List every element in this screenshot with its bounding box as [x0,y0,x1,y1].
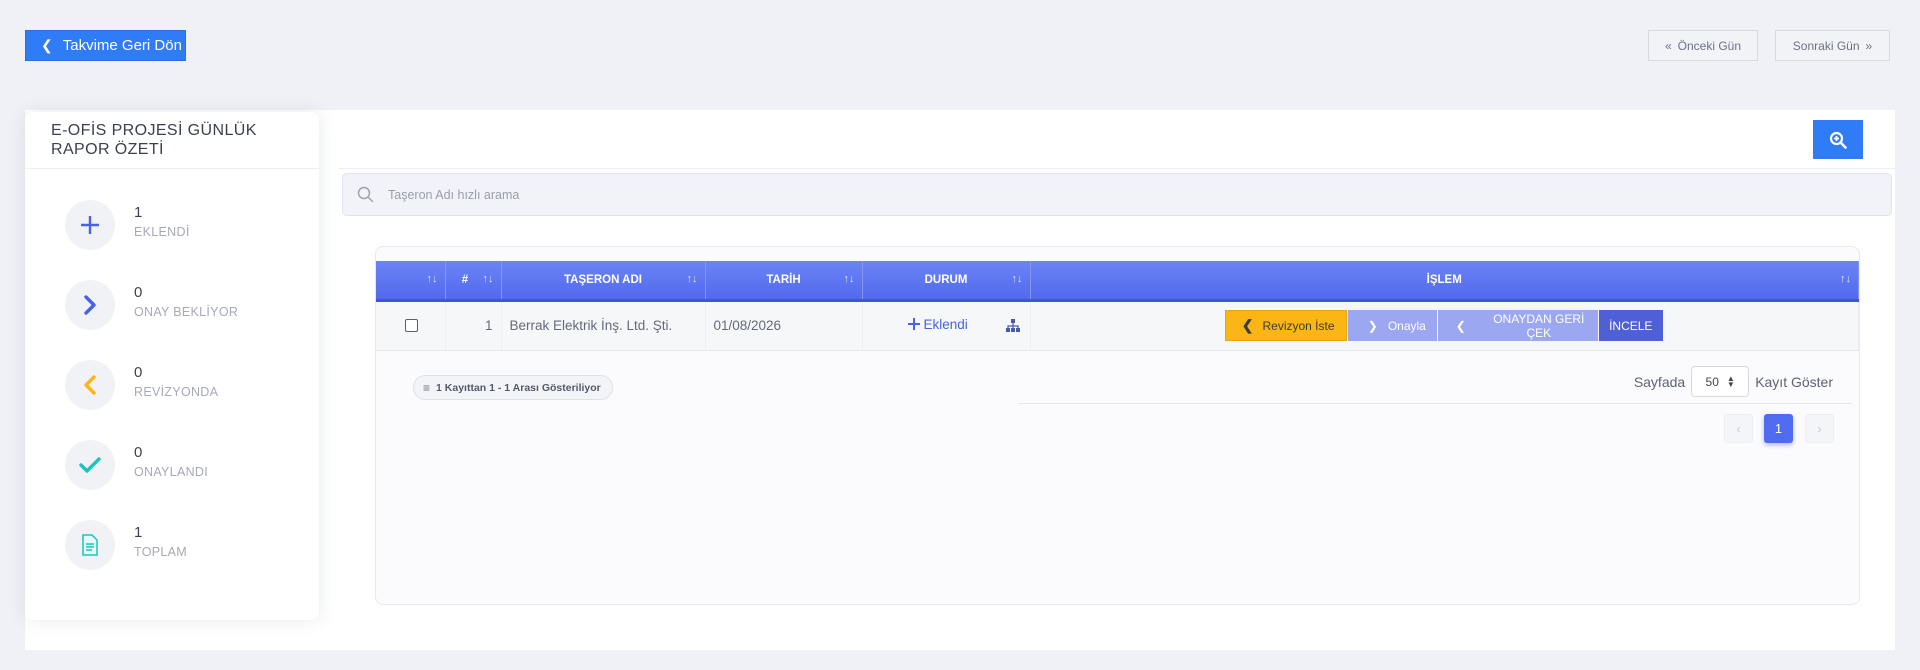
summary-item-revizyonda: 0 REVİZYONDA [25,360,319,440]
pagination-prev-button[interactable]: ‹ [1724,414,1753,443]
summary-count: 0 [134,284,143,301]
chevron-left-icon: ❮ [1455,318,1466,333]
column-header-tarih[interactable]: TARİH ↑↓ [705,261,863,302]
column-header-islem[interactable]: İŞLEM ↑↓ [1030,261,1859,302]
chevron-left-icon: ‹ [1736,421,1741,436]
summary-count: 0 [134,444,143,461]
column-header-durum[interactable]: DURUM ↑↓ [862,261,1031,302]
sort-icon: ↑↓ [1840,273,1851,285]
double-chevron-left-icon: « [1664,38,1672,53]
double-chevron-right-icon: » [1865,38,1873,53]
page-size-value: 50 [1705,374,1719,389]
column-header-select[interactable]: ↑↓ [376,261,446,302]
zoom-search-button[interactable] [1813,120,1863,159]
sort-icon: ↑↓ [1011,273,1023,285]
actions-cell: ❮ Revizyon İste ❯ Onayla ❮ ONAYDAN GERİ ÇEK İN… [1030,300,1859,351]
chevron-right-icon: ❯ [1367,318,1378,333]
back-button-label: Takvime Geri Dön [62,37,182,54]
summary-count: 1 [134,524,143,541]
status-cell: Eklendi [862,300,1031,351]
document-icon [65,520,115,570]
summary-item-eklendi: 1 EKLENDİ [25,200,319,280]
inspect-button[interactable]: İNCELE [1598,310,1663,341]
records-info-text: 1 Kayıttan 1 - 1 Arası Gösteriliyor [436,381,601,394]
main-header [339,110,1895,169]
page-size-select[interactable]: 50 ▲ ▼ [1691,366,1750,397]
hierarchy-icon[interactable] [1005,318,1021,337]
sort-icon: ↑↓ [426,273,438,285]
select-arrows-icon: ▲ ▼ [1726,373,1735,389]
summary-label: REVİZYONDA [134,385,219,399]
table-row: 1 Berrak Elektrik İnş. Ltd. Şti. 01/08/2… [376,300,1859,351]
sort-icon: ↑↓ [686,273,698,285]
summary-count: 0 [134,364,143,381]
records-info: ≡ 1 Kayıttan 1 - 1 Arası Gösteriliyor [413,375,613,400]
search-input[interactable] [388,187,988,202]
summary-count: 1 [134,204,143,221]
withdraw-approval-button[interactable]: ❮ ONAYDAN GERİ ÇEK [1437,310,1598,341]
summary-label: ONAYLANDI [134,465,209,479]
chevron-left-icon: ❮ [41,37,53,53]
search-icon [357,186,374,203]
summary-label: ONAY BEKLİYOR [134,305,239,319]
page-length: Sayfada 50 ▲ ▼ Kayıt Göster [1634,366,1833,397]
pagination-page-button[interactable]: 1 [1764,414,1793,443]
page-length-prefix: Sayfada [1633,373,1686,390]
quick-search-bar [342,173,1892,216]
next-day-button[interactable]: Sonraki Gün » [1775,30,1890,61]
status-link[interactable]: Eklendi [907,317,968,332]
summary-sidebar: E-OFİS PROJESİ GÜNLÜK RAPOR ÖZETİ 1 EKLE… [25,112,319,620]
row-checkbox[interactable] [405,319,418,332]
pagination-next-button[interactable]: › [1805,414,1834,443]
row-number: 1 [445,300,502,351]
column-header-taseron[interactable]: TAŞERON ADI ↑↓ [501,261,706,302]
sort-icon: ↑↓ [843,273,855,285]
next-day-label: Sonraki Gün [1792,38,1860,53]
divider [1018,403,1852,404]
row-date: 01/08/2026 [705,300,863,351]
request-revision-button[interactable]: ❮ Revizyon İste [1224,310,1347,341]
summary-label: TOPLAM [134,545,187,559]
summary-item-onaylandi: 0 ONAYLANDI [25,440,319,520]
chevron-left-icon [65,360,115,410]
summary-item-toplam: 1 TOPLAM [25,520,319,600]
chevron-right-icon [65,280,115,330]
row-select-cell [376,300,446,351]
zoom-in-icon [1829,131,1847,149]
back-to-calendar-button[interactable]: ❮ Takvime Geri Dön [25,30,186,61]
chevron-right-icon: › [1817,421,1822,436]
plus-icon [65,200,115,250]
approve-button[interactable]: ❯ Onayla [1347,310,1437,341]
page-length-suffix: Kayıt Göster [1755,373,1833,390]
column-header-no[interactable]: # ↑↓ [445,261,502,302]
status-text: Eklendi [923,316,968,332]
summary-item-onay-bekliyor: 0 ONAY BEKLİYOR [25,280,319,360]
summary-label: EKLENDİ [134,225,190,239]
report-table-card: ↑↓ # ↑↓ TAŞERON ADI ↑↓ TARİH ↑↓ DURUM ↑↓ İŞL… [375,246,1860,605]
previous-day-label: Önceki Gün [1677,38,1742,53]
sidebar-title: E-OFİS PROJESİ GÜNLÜK RAPOR ÖZETİ [25,112,319,169]
check-icon [65,440,115,490]
sort-icon: ↑↓ [482,273,494,285]
list-icon: ≡ [423,380,431,395]
taseron-name: Berrak Elektrik İnş. Ltd. Şti. [501,300,706,351]
previous-day-button[interactable]: « Önceki Gün [1648,30,1758,61]
chevron-left-icon: ❮ [1241,317,1254,333]
plus-icon [907,318,920,330]
report-table: ↑↓ # ↑↓ TAŞERON ADI ↑↓ TARİH ↑↓ DURUM ↑↓ İŞL… [376,261,1859,351]
